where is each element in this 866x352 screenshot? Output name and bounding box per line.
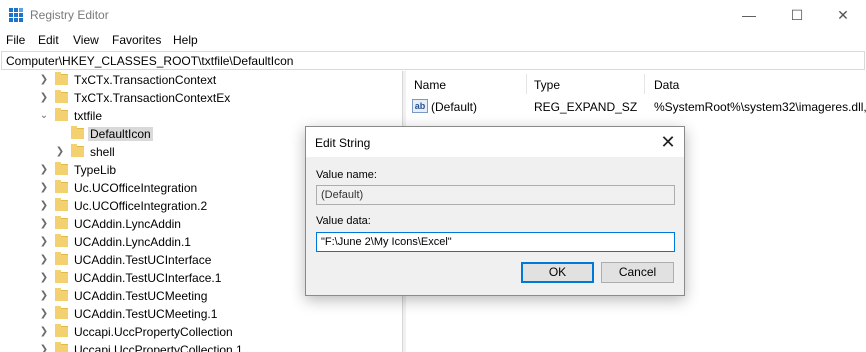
chevron-right-icon[interactable]: ❯ (38, 271, 50, 285)
tree-item-label: UCAddin.TestUCMeeting.1 (74, 307, 218, 321)
folder-icon (55, 72, 68, 85)
column-header-type[interactable]: Type (534, 78, 560, 92)
chevron-right-icon[interactable]: ❯ (54, 145, 66, 159)
tree-item-label: UCAddin.TestUCInterface (74, 253, 212, 267)
column-separator[interactable] (644, 74, 645, 94)
folder-icon (55, 180, 68, 193)
tree-item[interactable]: ❯ UCAddin.TestUCMeeting.1 (0, 306, 400, 324)
folder-icon (55, 216, 68, 229)
folder-icon (55, 198, 68, 211)
address-bar[interactable]: Computer\HKEY_CLASSES_ROOT\txtfile\Defau… (1, 51, 865, 70)
value-row[interactable]: ab (Default) REG_EXPAND_SZ %SystemRoot%\… (406, 98, 866, 117)
tree-item-label: UCAddin.LyncAddin.1 (74, 235, 191, 249)
chevron-right-icon[interactable]: ❯ (38, 181, 50, 195)
chevron-right-icon[interactable]: ❯ (38, 307, 50, 321)
tree-item[interactable]: ❯ Uccapi.UccPropertyCollection.1 (0, 342, 400, 352)
tree-item[interactable]: ❯ TxCTx.TransactionContextEx (0, 90, 400, 108)
chevron-right-icon[interactable]: ❯ (38, 163, 50, 177)
folder-icon (55, 270, 68, 283)
value-type: REG_EXPAND_SZ (534, 100, 638, 114)
ok-button[interactable]: OK (521, 262, 594, 283)
column-header-data[interactable]: Data (654, 78, 679, 92)
menu-bar: File Edit View Favorites Help (0, 30, 866, 50)
value-name-field: (Default) (316, 185, 675, 205)
chevron-right-icon[interactable]: ❯ (38, 325, 50, 339)
menu-favorites[interactable]: Favorites (112, 33, 161, 47)
value-data-input[interactable]: "F:\June 2\My Icons\Excel" (316, 232, 675, 252)
value-data: %SystemRoot%\system32\imageres.dll,- (654, 100, 866, 114)
folder-open-icon (71, 126, 84, 139)
cancel-button[interactable]: Cancel (601, 262, 674, 283)
folder-icon (71, 144, 84, 157)
value-name-label: Value name: (316, 169, 377, 181)
column-separator[interactable] (526, 74, 527, 94)
tree-item[interactable]: ❯ Uccapi.UccPropertyCollection (0, 324, 400, 342)
title-bar: Registry Editor — ☐ ✕ (0, 0, 866, 30)
tree-item-label: TxCTx.TransactionContextEx (74, 91, 231, 105)
menu-file[interactable]: File (6, 33, 25, 47)
tree-item[interactable]: ⌄ txtfile (0, 108, 400, 126)
chevron-right-icon[interactable]: ❯ (38, 253, 50, 267)
string-value-icon: ab (412, 99, 428, 113)
folder-icon (55, 162, 68, 175)
chevron-right-icon[interactable]: ❯ (38, 289, 50, 303)
dialog-title: Edit String (315, 136, 371, 150)
edit-string-dialog: Edit String ✕ Value name: (Default) Valu… (305, 126, 685, 296)
address-path: Computer\HKEY_CLASSES_ROOT\txtfile\Defau… (6, 54, 294, 68)
tree-item-label: TxCTx.TransactionContext (74, 73, 217, 87)
tree-item-label: txtfile (74, 109, 103, 123)
menu-view[interactable]: View (73, 33, 99, 47)
folder-icon (55, 288, 68, 301)
chevron-down-icon[interactable]: ⌄ (38, 109, 50, 123)
chevron-right-icon[interactable]: ❯ (38, 235, 50, 249)
folder-icon (55, 324, 68, 337)
tree-item-label: UCAddin.LyncAddin (74, 217, 181, 231)
tree-item-label: UCAddin.TestUCInterface.1 (74, 271, 222, 285)
maximize-button[interactable]: ☐ (774, 0, 820, 30)
folder-icon (55, 90, 68, 103)
chevron-right-icon[interactable]: ❯ (38, 199, 50, 213)
folder-icon (55, 306, 68, 319)
tree-item-label: UCAddin.TestUCMeeting (74, 289, 208, 303)
value-name: (Default) (431, 100, 478, 114)
folder-icon (55, 342, 68, 352)
chevron-right-icon[interactable]: ❯ (38, 217, 50, 231)
column-header-name[interactable]: Name (414, 78, 446, 92)
tree-item[interactable]: ❯ TxCTx.TransactionContext (0, 72, 400, 90)
tree-item-label: Uccapi.UccPropertyCollection.1 (74, 343, 243, 352)
close-button[interactable]: ✕ (820, 0, 866, 30)
window-title: Registry Editor (30, 8, 109, 22)
dialog-close-button[interactable]: ✕ (656, 130, 680, 154)
tree-item-label: Uc.UCOfficeIntegration.2 (74, 199, 208, 213)
tree-item-label: DefaultIcon (88, 127, 153, 141)
tree-item-label: Uccapi.UccPropertyCollection (74, 325, 233, 339)
tree-item-label: Uc.UCOfficeIntegration (74, 181, 198, 195)
menu-help[interactable]: Help (173, 33, 198, 47)
tree-item-label: TypeLib (74, 163, 117, 177)
menu-edit[interactable]: Edit (38, 33, 59, 47)
chevron-right-icon[interactable]: ❯ (38, 343, 50, 352)
value-data-label: Value data: (316, 215, 371, 227)
folder-icon (55, 252, 68, 265)
folder-open-icon (55, 108, 68, 121)
minimize-button[interactable]: — (726, 0, 772, 30)
tree-item-label: shell (90, 145, 115, 159)
chevron-right-icon[interactable]: ❯ (38, 91, 50, 105)
registry-editor-icon (9, 8, 23, 22)
chevron-right-icon[interactable]: ❯ (38, 73, 50, 87)
dialog-title-bar[interactable]: Edit String ✕ (306, 127, 684, 157)
folder-icon (55, 234, 68, 247)
